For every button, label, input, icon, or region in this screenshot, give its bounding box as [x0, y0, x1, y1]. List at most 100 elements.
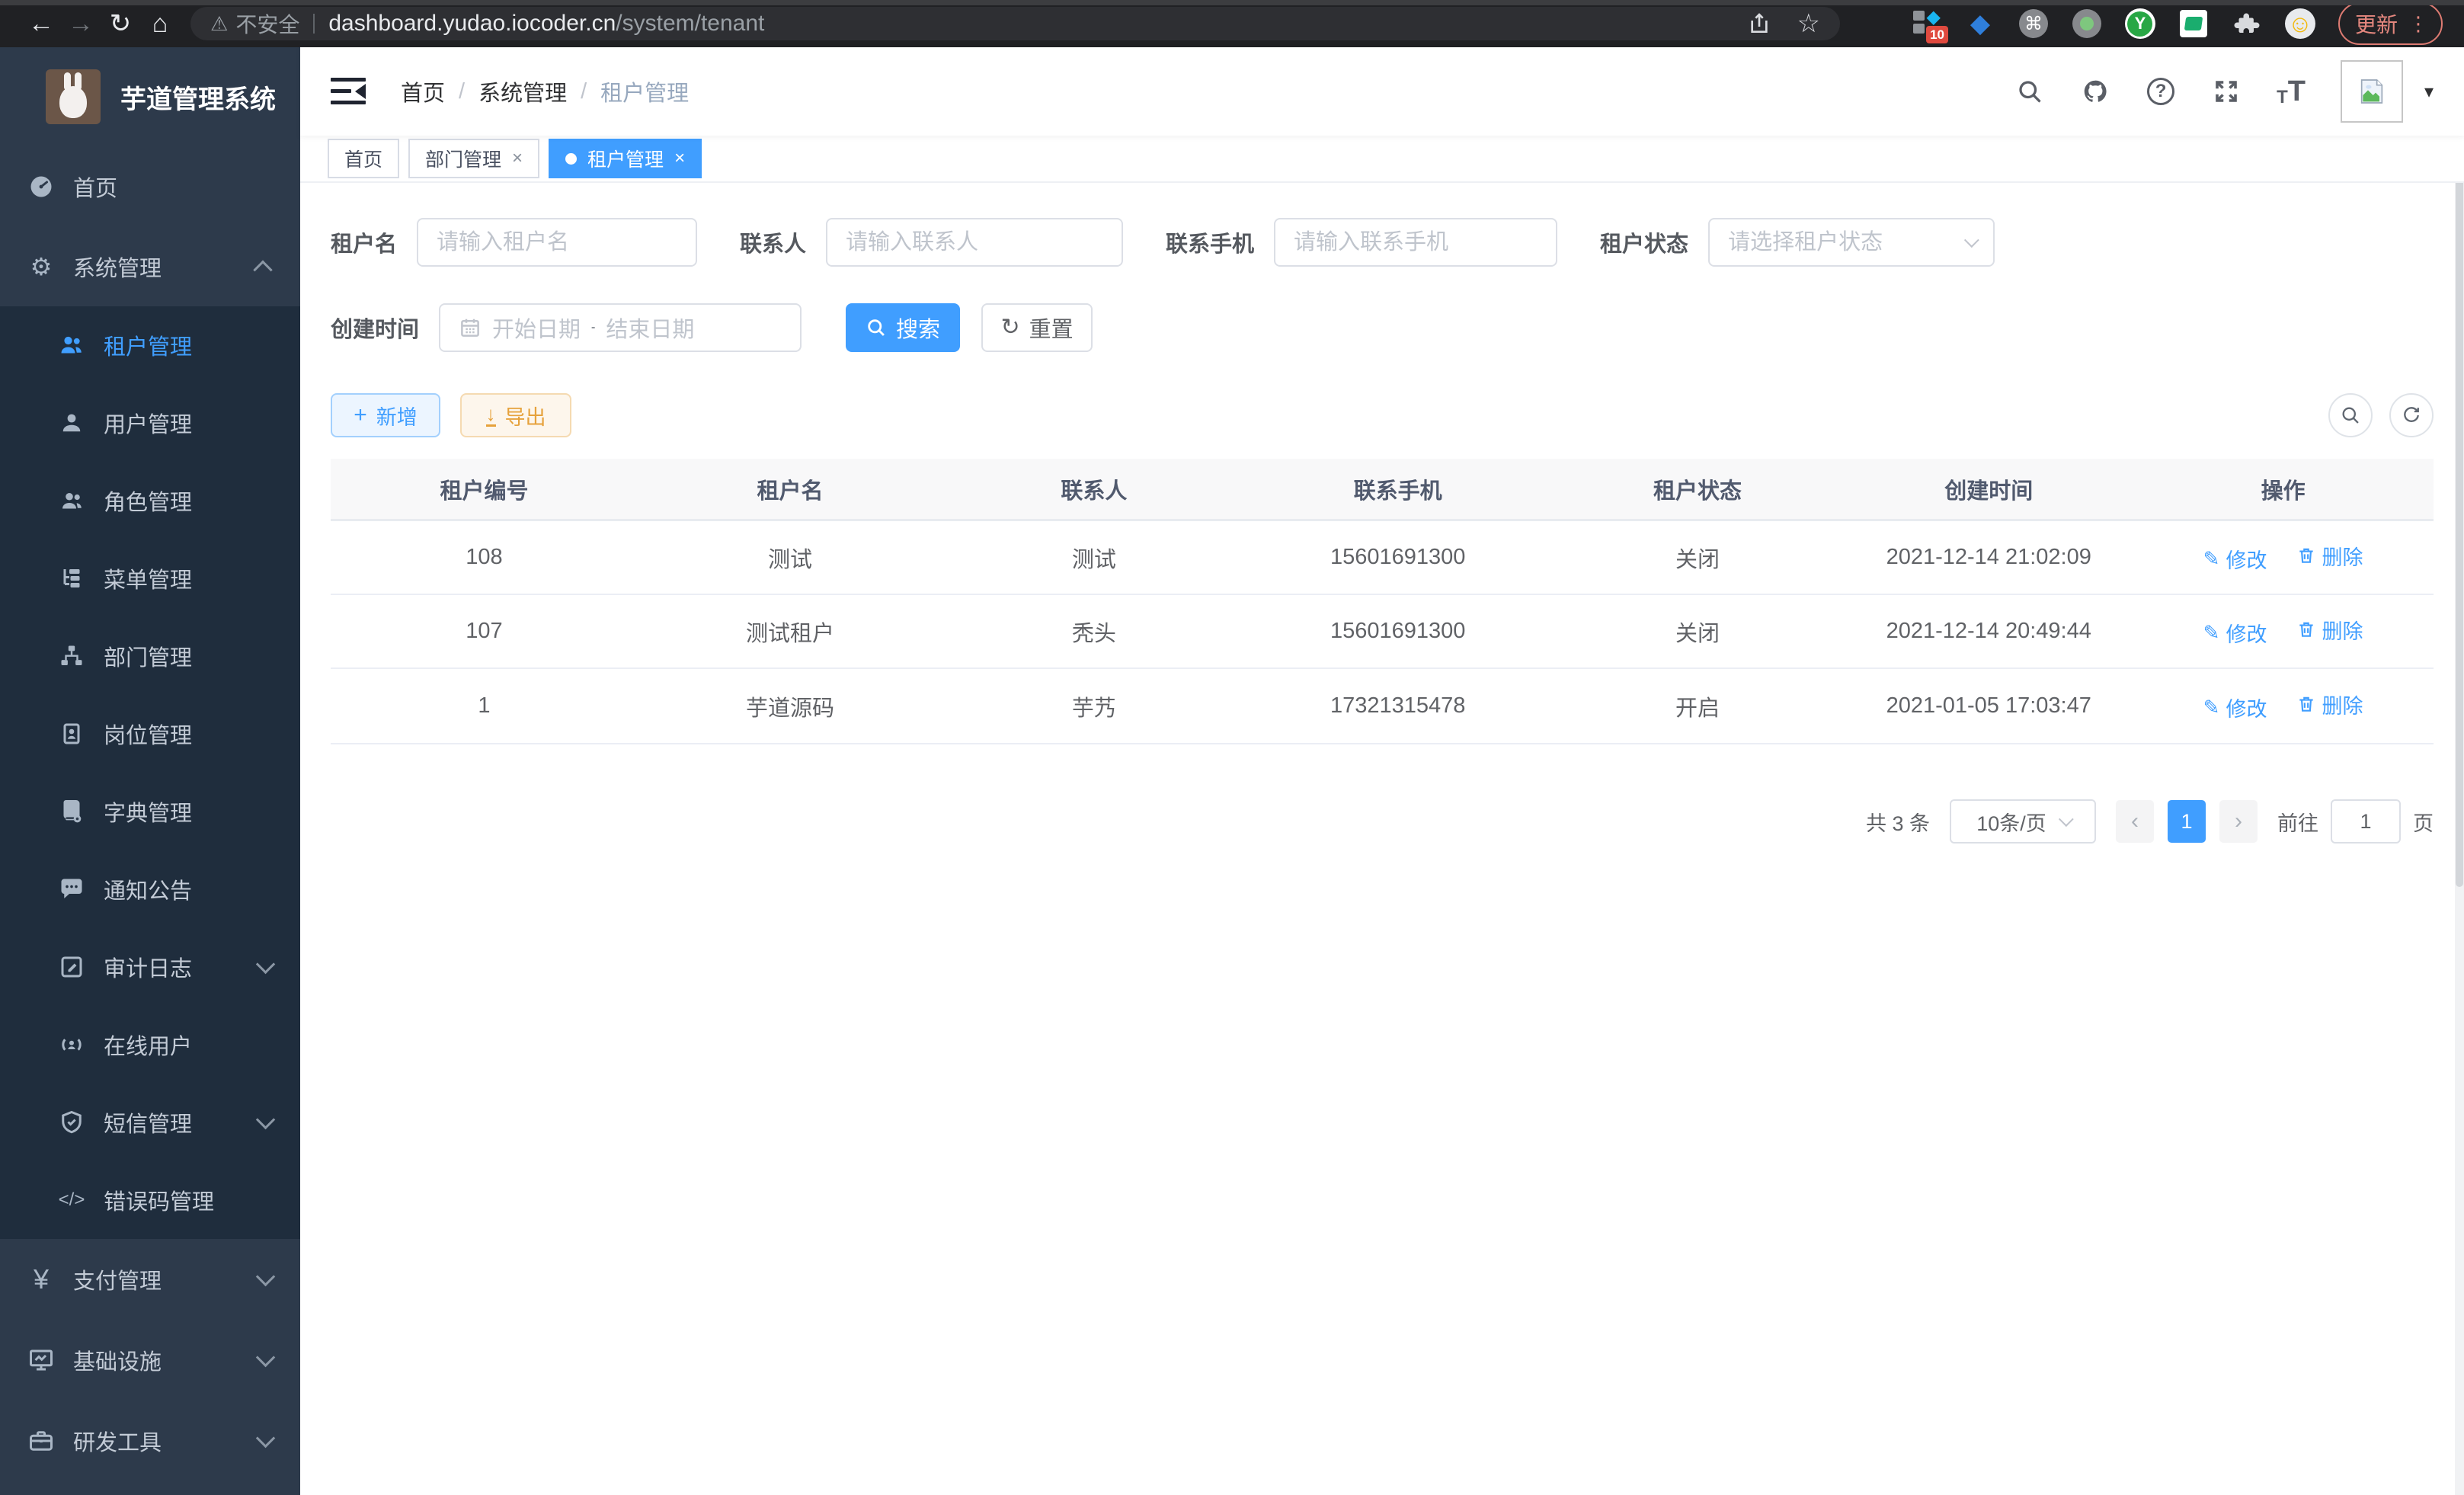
end-date-placeholder[interactable]: 结束日期 [606, 312, 694, 344]
breadcrumb-system[interactable]: 系统管理 [478, 75, 567, 107]
sidebar-collapse-icon[interactable] [331, 78, 366, 105]
pagination-total: 共 3 条 [1866, 807, 1930, 837]
app-logo-row[interactable]: 芋道管理系统 [0, 47, 300, 146]
search-icon [866, 317, 887, 338]
current-page-button[interactable]: 1 [2168, 800, 2206, 843]
url-path[interactable]: /system/tenant [616, 11, 764, 37]
edit-link[interactable]: ✎修改 [2203, 544, 2267, 574]
browser-reload-button[interactable]: ↻ [101, 8, 140, 39]
date-range-picker[interactable]: 开始日期 - 结束日期 [439, 303, 802, 352]
delete-link[interactable]: 删除 [2296, 541, 2363, 571]
start-date-placeholder[interactable]: 开始日期 [492, 312, 581, 344]
sidebar-item-tenant[interactable]: 租户管理 [0, 306, 300, 384]
sidebar-item-dept[interactable]: 部门管理 [0, 617, 300, 695]
org-chart-icon [56, 641, 87, 671]
page-scrollbar[interactable] [2455, 47, 2464, 1495]
update-label: 更新 [2355, 8, 2398, 39]
prev-page-button[interactable]: ‹ [2116, 800, 2154, 843]
refresh-table-button[interactable] [2389, 393, 2434, 437]
refresh-icon [2401, 405, 2422, 426]
edit-link[interactable]: ✎修改 [2203, 618, 2267, 648]
sidebar-item-menu[interactable]: 菜单管理 [0, 539, 300, 617]
close-icon[interactable]: × [674, 148, 685, 169]
sidebar-item-notice[interactable]: 通知公告 [0, 850, 300, 928]
bookmark-star-icon[interactable]: ☆ [1797, 8, 1820, 39]
extensions-puzzle-icon[interactable] [2232, 8, 2262, 39]
address-bar[interactable]: ⚠ 不安全 dashboard.yudao.iocoder.cn /system… [190, 7, 1840, 40]
mobile-input[interactable] [1294, 230, 1538, 255]
extension-badge-icon[interactable]: ◆ 10 [1912, 8, 1942, 39]
fullscreen-icon[interactable] [2211, 76, 2242, 107]
status-select-input[interactable] [1728, 230, 1955, 255]
breadcrumb-home[interactable]: 首页 [401, 75, 445, 107]
browser-update-button[interactable]: 更新 ⋮ [2338, 2, 2443, 45]
chevron-down-icon [256, 1348, 275, 1367]
browser-forward-button[interactable]: → [61, 9, 101, 39]
sidebar-group-system[interactable]: ⚙ 系统管理 [0, 226, 300, 306]
browser-toolbar: ← → ↻ ⌂ ⚠ 不安全 dashboard.yudao.iocoder.cn… [0, 0, 2464, 47]
not-secure-label[interactable]: 不安全 [235, 8, 299, 39]
sidebar: 芋道管理系统 首页 ⚙ 系统管理 租户管理 [0, 47, 300, 1495]
sidebar-item-user[interactable]: 用户管理 [0, 384, 300, 462]
log-icon [56, 952, 87, 982]
help-icon[interactable]: ? [2146, 76, 2176, 107]
col-header-name: 租户名 [638, 473, 942, 505]
search-button[interactable]: 搜索 [846, 303, 960, 352]
tab-home[interactable]: 首页 [328, 139, 399, 178]
browser-back-button[interactable]: ← [21, 9, 61, 39]
tags-view-bar: 首页 部门管理 × 租户管理 × [300, 136, 2464, 183]
tenant-name-input[interactable] [437, 230, 677, 255]
chevron-down-icon [256, 1110, 275, 1129]
sidebar-item-dict[interactable]: 字典管理 [0, 773, 300, 850]
sidebar-item-error-code[interactable]: </> 错误码管理 [0, 1161, 300, 1239]
filter-tenant-name: 租户名 [331, 218, 697, 267]
sidebar-item-post[interactable]: 岗位管理 [0, 695, 300, 773]
sidebar-group-audit-log[interactable]: 审计日志 [0, 928, 300, 1006]
tab-dept[interactable]: 部门管理 × [408, 139, 539, 178]
chevron-down-icon [256, 1267, 275, 1286]
browser-profile-avatar[interactable]: ☺ [2285, 8, 2315, 39]
status-select[interactable] [1708, 218, 1995, 267]
close-icon[interactable]: × [512, 148, 523, 169]
next-page-button[interactable]: › [2219, 800, 2258, 843]
sidebar-group-pay[interactable]: ¥ 支付管理 [0, 1239, 300, 1320]
avatar[interactable] [2341, 60, 2403, 123]
extension-balloon-icon[interactable]: ◆ [1965, 8, 1995, 39]
tab-tenant[interactable]: 租户管理 × [549, 139, 702, 178]
search-icon[interactable] [2014, 76, 2045, 107]
chevron-down-icon [256, 1429, 275, 1448]
tree-table-icon [56, 563, 87, 594]
extension-chat-icon[interactable] [2178, 8, 2209, 39]
browser-menu-dots-icon[interactable]: ⋮ [2408, 12, 2429, 36]
edit-link[interactable]: ✎修改 [2203, 693, 2267, 722]
url-host[interactable]: dashboard.yudao.iocoder.cn [328, 11, 616, 37]
sidebar-group-devtools[interactable]: 研发工具 [0, 1401, 300, 1481]
goto-page-input[interactable] [2331, 799, 2401, 844]
sidebar-item-online-users[interactable]: 在线用户 [0, 1006, 300, 1084]
col-header-actions: 操作 [2133, 473, 2434, 505]
extension-record-icon[interactable] [2072, 8, 2102, 39]
page-size-select[interactable]: 10条/页 [1950, 799, 2096, 844]
browser-home-button[interactable]: ⌂ [140, 9, 180, 39]
contact-input[interactable] [846, 230, 1103, 255]
add-button[interactable]: + 新增 [331, 393, 440, 437]
edit-icon: ✎ [2203, 621, 2220, 645]
edit-icon: ✎ [2203, 696, 2220, 719]
sidebar-group-infra[interactable]: 基础设施 [0, 1320, 300, 1401]
sidebar-item-role[interactable]: 角色管理 [0, 462, 300, 539]
font-size-icon[interactable]: TT [2277, 75, 2306, 108]
sidebar-group-sms[interactable]: 短信管理 [0, 1084, 300, 1161]
delete-link[interactable]: 删除 [2296, 615, 2363, 645]
pagination: 共 3 条 10条/页 ‹ 1 › 前往 页 [331, 799, 2434, 844]
share-icon[interactable] [1747, 11, 1771, 36]
hide-search-button[interactable] [2328, 393, 2373, 437]
export-button[interactable]: ↓ 导出 [460, 393, 571, 437]
extension-command-icon[interactable]: ⌘ [2018, 8, 2049, 39]
reset-button[interactable]: ↻ 重置 [981, 303, 1093, 352]
extension-y-icon[interactable]: Y [2125, 8, 2155, 39]
delete-link[interactable]: 删除 [2296, 690, 2363, 719]
github-icon[interactable] [2080, 76, 2110, 107]
sidebar-item-home[interactable]: 首页 [0, 146, 300, 226]
system-submenu: 租户管理 用户管理 角色管理 [0, 306, 300, 1239]
avatar-caret-icon[interactable]: ▾ [2424, 81, 2434, 103]
